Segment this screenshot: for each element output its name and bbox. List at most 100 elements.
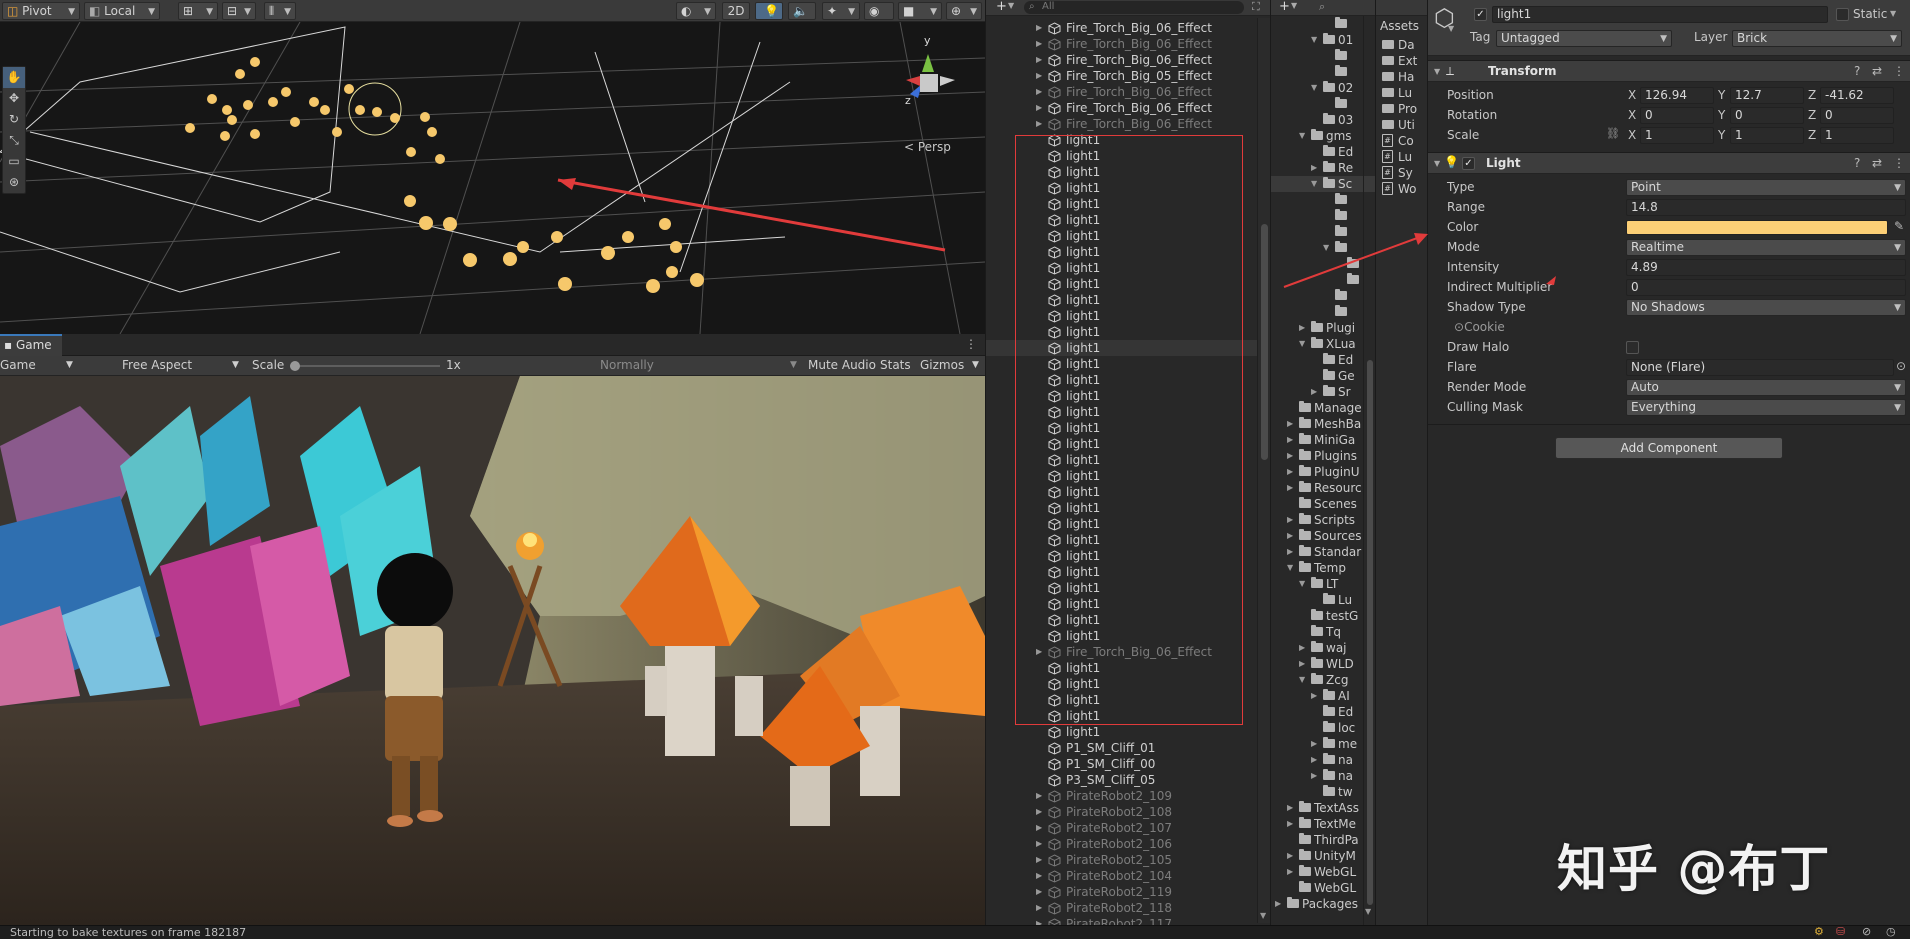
scroll-down-icon[interactable]: ▼ [1365,907,1371,916]
project-folder-item[interactable] [1271,16,1375,32]
hierarchy-item[interactable]: ▶ PirateRobot2_108 [986,804,1270,820]
rotation-z-field[interactable]: 0 [1820,107,1894,124]
project-folder-item[interactable] [1271,208,1375,224]
project-folder-item[interactable]: ▶ TextAss [1271,800,1375,816]
project-folder-item[interactable]: ▼ Temp [1271,560,1375,576]
expand-arrow-icon[interactable]: ▶ [1287,528,1293,544]
hierarchy-item[interactable]: ▶ PirateRobot2_106 [986,836,1270,852]
transform-tool-icon[interactable]: ⊛ [3,172,25,193]
asset-item[interactable]: Lu [1376,85,1427,101]
hierarchy-item[interactable]: ▶ PirateRobot2_107 [986,820,1270,836]
project-folder-item[interactable] [1271,192,1375,208]
chevron-down-icon[interactable]: ▼ [1890,9,1896,18]
asset-item[interactable]: # Wo [1376,181,1427,197]
grid-snap-button[interactable]: ⊞ ▼ [178,2,218,20]
project-folder-item[interactable]: ▶ Standar [1271,544,1375,560]
project-folder-item[interactable] [1271,48,1375,64]
expand-arrow-icon[interactable]: ▶ [1036,84,1042,100]
shadow-type-dropdown[interactable]: No Shadows ▼ [1626,299,1906,316]
expand-arrow-icon[interactable]: ▶ [1287,432,1293,448]
hierarchy-item[interactable]: ▶ PirateRobot2_104 [986,868,1270,884]
add-component-button[interactable]: Add Component [1555,437,1783,459]
stats-button[interactable]: Stats [880,356,911,375]
scale-slider[interactable] [290,356,442,375]
mode-dropdown[interactable]: Realtime ▼ [1626,239,1906,256]
pivot-dropdown[interactable]: ◫ Pivot ▼ [2,2,80,20]
hierarchy-item[interactable]: P3_SM_Cliff_05 [986,772,1270,788]
perspective-label[interactable]: < Persp [904,140,951,154]
expand-arrow-icon[interactable]: ▶ [1287,848,1293,864]
project-folder-item[interactable] [1271,64,1375,80]
expand-arrow-icon[interactable]: ▶ [1036,916,1042,925]
project-folder-item[interactable]: ▼ gms [1271,128,1375,144]
add-icon[interactable]: + [996,0,1007,14]
bake-icon[interactable]: ⚙ [1814,925,1824,938]
expand-arrow-icon[interactable]: ▼ [1299,336,1305,352]
project-folder-item[interactable]: ThirdPa [1271,832,1375,848]
hierarchy-item[interactable]: ▶ Fire_Torch_Big_06_Effect [986,116,1270,132]
assets-breadcrumb[interactable]: Assets [1376,17,1427,35]
project-folder-item[interactable]: ▼ XLua [1271,336,1375,352]
project-folder-item[interactable]: Ge [1271,368,1375,384]
expand-arrow-icon[interactable]: ▶ [1036,900,1042,916]
add-icon[interactable]: + [1279,0,1290,14]
expand-arrow-icon[interactable]: ▶ [1036,52,1042,68]
hierarchy-item[interactable]: ▶ PirateRobot2_109 [986,788,1270,804]
hierarchy-item[interactable]: ▶ Fire_Torch_Big_05_Effect [986,68,1270,84]
help-icon[interactable]: ? [1854,153,1860,174]
asset-item[interactable]: Uti [1376,117,1427,133]
gizmos-toggle[interactable]: ⊕ ▼ [946,2,982,20]
scale-y-field[interactable]: 1 [1730,127,1804,144]
expand-arrow-icon[interactable]: ▶ [1287,416,1293,432]
project-folder-item[interactable]: Scenes [1271,496,1375,512]
expand-arrow-icon[interactable]: ▶ [1036,20,1042,36]
expand-arrow-icon[interactable]: ▶ [1036,36,1042,52]
debug-icon[interactable]: ⊘ [1862,925,1871,938]
layer-dropdown[interactable]: Brick ▼ [1732,30,1902,47]
project-scrollbar[interactable] [1367,360,1373,905]
expand-arrow-icon[interactable]: ▶ [1036,100,1042,116]
scale-z-field[interactable]: 1 [1820,127,1894,144]
hierarchy-item[interactable]: ▶ PirateRobot2_117 [986,916,1270,925]
snap-increment-button[interactable]: ⊟ ▼ [222,2,256,20]
object-picker-icon[interactable]: ⊙ [1896,359,1906,373]
chevron-down-icon[interactable]: ▼ [1008,1,1014,10]
more-options-icon[interactable]: ⋮ [1893,61,1905,82]
project-folder-item[interactable]: ▶ Scripts [1271,512,1375,528]
lighting-toggle[interactable]: 💡 [755,2,783,20]
chevron-down-icon[interactable]: ▼ [1448,24,1454,33]
asset-item[interactable]: Da [1376,37,1427,53]
hierarchy-item[interactable]: ▶ PirateRobot2_119 [986,884,1270,900]
expand-arrow-icon[interactable]: ▼ [1299,576,1305,592]
project-folder-item[interactable]: ▶ MiniGa [1271,432,1375,448]
static-checkbox[interactable] [1836,8,1849,21]
hierarchy-item[interactable]: ▶ Fire_Torch_Big_06_Effect [986,20,1270,36]
scale-tool-icon[interactable]: ⤡ [3,130,25,151]
cache-icon[interactable]: ⛁ [1836,925,1845,938]
expand-arrow-icon[interactable]: ▶ [1311,688,1317,704]
effects-button[interactable]: ✦ ▼ [822,2,860,20]
game-viewport[interactable] [0,376,985,925]
expand-arrow-icon[interactable]: ▶ [1299,320,1305,336]
expand-arrow-icon[interactable]: ▶ [1036,804,1042,820]
progress-icon[interactable]: ◷ [1886,925,1896,938]
snap-settings-button[interactable]: ⫴ ▼ [264,2,296,20]
preset-icon[interactable]: ⇄ [1872,61,1882,82]
shading-mode-button[interactable]: ◐ ▼ [676,2,716,20]
project-folder-item[interactable]: ▶ waj [1271,640,1375,656]
hierarchy-scrollbar[interactable]: ▼ [1258,18,1270,923]
project-folder-item[interactable]: ▶ WebGL [1271,864,1375,880]
transform-header[interactable]: ▼ ⟂ Transform ? ⇄ ⋮ [1428,60,1910,82]
expand-arrow-icon[interactable]: ▼ [1311,32,1317,48]
expand-arrow-icon[interactable]: ▶ [1299,640,1305,656]
project-folder-item[interactable]: ▼ Sc [1271,176,1375,192]
rotation-x-field[interactable]: 0 [1640,107,1714,124]
mute-audio-button[interactable]: Mute Audio [808,356,876,375]
expand-arrow-icon[interactable]: ▶ [1036,884,1042,900]
project-folder-item[interactable]: ▶ Resourc [1271,480,1375,496]
project-folder-item[interactable]: ▼ 02 [1271,80,1375,96]
project-folder-item[interactable]: ▶ na [1271,752,1375,768]
search-icon[interactable]: ⌕ [1319,0,1325,14]
expand-arrow-icon[interactable]: ▶ [1036,836,1042,852]
hand-tool-icon[interactable]: ✋ [3,67,25,88]
